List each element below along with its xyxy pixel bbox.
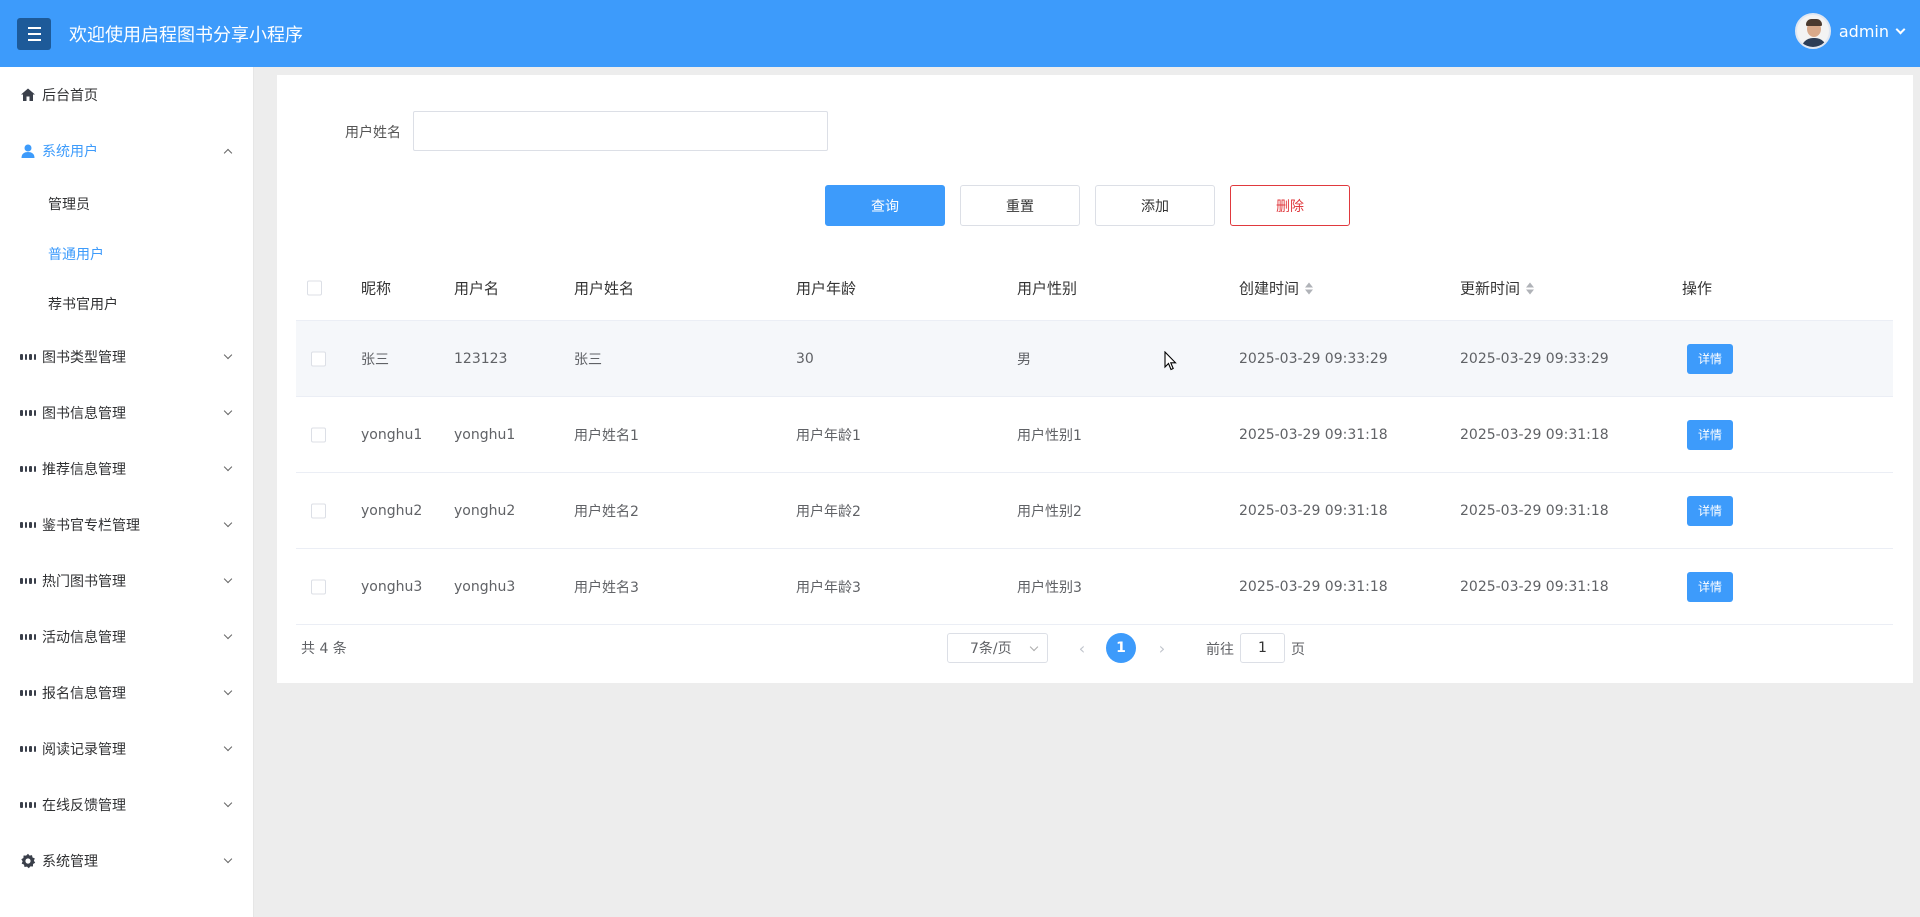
column-header-age: 用户年龄 [796, 279, 857, 297]
search-label: 用户姓名 [345, 125, 401, 141]
sidebar-item-admins[interactable]: 管理员 [0, 179, 253, 229]
avatar[interactable] [1794, 13, 1831, 49]
sidebar-item-system-users[interactable]: 系统用户 [0, 123, 253, 179]
home-icon [20, 87, 36, 103]
chevron-down-icon [223, 742, 233, 752]
grid-icon [20, 629, 36, 645]
row-checkbox[interactable] [311, 351, 326, 366]
page-number-button[interactable]: 1 [1106, 633, 1136, 663]
row-checkbox[interactable] [311, 503, 326, 518]
sidebar-item-hot-books[interactable]: 热门图书管理 [0, 553, 253, 609]
grid-icon [20, 685, 36, 701]
detail-button[interactable]: 详情 [1687, 495, 1733, 526]
table-row[interactable]: yonghu1 yonghu1 用户姓名1 用户年龄1 用户性别1 2025-0… [296, 397, 1893, 473]
chevron-down-icon [1895, 24, 1906, 34]
chevron-up-icon [223, 148, 233, 158]
goto-page-input[interactable] [1240, 633, 1285, 663]
goto-unit-label: 页 [1291, 642, 1305, 658]
chevron-down-icon [223, 406, 233, 416]
delete-button[interactable]: 删除 [1230, 185, 1350, 226]
query-button[interactable]: 查询 [825, 185, 945, 226]
sidebar-item-recommender-users[interactable]: 荐书官用户 [0, 279, 253, 329]
table-header-row: 昵称 用户名 用户姓名 用户年龄 用户性别 创建时间 更新时间 操作 [296, 255, 1893, 321]
goto-label: 前往 [1206, 642, 1234, 658]
grid-icon [20, 461, 36, 477]
app-title: 欢迎使用启程图书分享小程序 [69, 24, 303, 46]
chevron-down-icon [223, 686, 233, 696]
column-header-username: 用户名 [454, 279, 500, 297]
gear-icon [20, 853, 36, 869]
grid-icon [20, 797, 36, 813]
table-row[interactable]: yonghu2 yonghu2 用户姓名2 用户年龄2 用户性别2 2025-0… [296, 473, 1893, 549]
detail-button[interactable]: 详情 [1687, 571, 1733, 602]
user-menu[interactable]: admin [1794, 13, 1906, 49]
chevron-down-icon [1029, 642, 1039, 652]
detail-button[interactable]: 详情 [1687, 419, 1733, 450]
row-checkbox[interactable] [311, 427, 326, 442]
row-checkbox[interactable] [311, 579, 326, 594]
select-all-checkbox[interactable] [307, 280, 322, 295]
sidebar-item-reading-records[interactable]: 阅读记录管理 [0, 721, 253, 777]
chevron-down-icon [223, 518, 233, 528]
chevron-down-icon [223, 854, 233, 864]
chevron-down-icon [223, 798, 233, 808]
sidebar-item-activity-info[interactable]: 活动信息管理 [0, 609, 253, 665]
mouse-cursor-icon [1164, 351, 1177, 371]
grid-icon [20, 349, 36, 365]
top-header: 欢迎使用启程图书分享小程序 admin [0, 0, 1920, 67]
reset-button[interactable]: 重置 [960, 185, 1080, 226]
prev-page-button[interactable]: ‹ [1072, 635, 1092, 661]
column-header-gender: 用户性别 [1017, 279, 1078, 297]
sort-icon[interactable] [1526, 282, 1535, 295]
grid-icon [20, 517, 36, 533]
sidebar: 后台首页 系统用户 管理员 普通用户 荐书官用户 图书类型管理 图书信息管理 推… [0, 67, 254, 917]
sidebar-item-book-types[interactable]: 图书类型管理 [0, 329, 253, 385]
sidebar-item-feedback[interactable]: 在线反馈管理 [0, 777, 253, 833]
sidebar-item-reviewer-column[interactable]: 鉴书官专栏管理 [0, 497, 253, 553]
chevron-down-icon [223, 350, 233, 360]
menu-toggle-button[interactable] [17, 17, 51, 50]
column-header-created[interactable]: 创建时间 [1239, 277, 1314, 298]
column-header-realname: 用户姓名 [574, 279, 635, 297]
main-panel: 用户姓名 查询 重置 添加 删除 昵称 用户名 用户姓名 用户年龄 用户性别 创… [277, 75, 1913, 683]
sidebar-item-system-management[interactable]: 系统管理 [0, 833, 253, 889]
sidebar-item-recommend-info[interactable]: 推荐信息管理 [0, 441, 253, 497]
hamburger-icon [27, 26, 41, 29]
grid-icon [20, 741, 36, 757]
user-icon [20, 143, 36, 159]
sidebar-item-signup-info[interactable]: 报名信息管理 [0, 665, 253, 721]
next-page-button[interactable]: › [1152, 635, 1172, 661]
total-count: 共 4 条 [301, 641, 347, 657]
column-header-updated[interactable]: 更新时间 [1460, 277, 1535, 298]
table-row[interactable]: yonghu3 yonghu3 用户姓名3 用户年龄3 用户性别3 2025-0… [296, 549, 1893, 625]
column-header-actions: 操作 [1682, 279, 1713, 297]
chevron-down-icon [223, 630, 233, 640]
page-size-select[interactable]: 7条/页 [947, 633, 1048, 663]
users-table: 昵称 用户名 用户姓名 用户年龄 用户性别 创建时间 更新时间 操作 张三 12… [296, 255, 1893, 625]
grid-icon [20, 573, 36, 589]
sidebar-item-book-info[interactable]: 图书信息管理 [0, 385, 253, 441]
chevron-down-icon [223, 462, 233, 472]
sidebar-item-normal-users[interactable]: 普通用户 [0, 229, 253, 279]
username-label: admin [1838, 21, 1889, 41]
column-header-nickname: 昵称 [361, 279, 392, 297]
chevron-down-icon [223, 574, 233, 584]
sidebar-item-home[interactable]: 后台首页 [0, 67, 253, 123]
table-row[interactable]: 张三 123123 张三 30 男 2025-03-29 09:33:29 20… [296, 321, 1893, 397]
sort-icon[interactable] [1305, 282, 1314, 295]
detail-button[interactable]: 详情 [1687, 343, 1733, 374]
add-button[interactable]: 添加 [1095, 185, 1215, 226]
grid-icon [20, 405, 36, 421]
username-search-input[interactable] [413, 111, 828, 151]
